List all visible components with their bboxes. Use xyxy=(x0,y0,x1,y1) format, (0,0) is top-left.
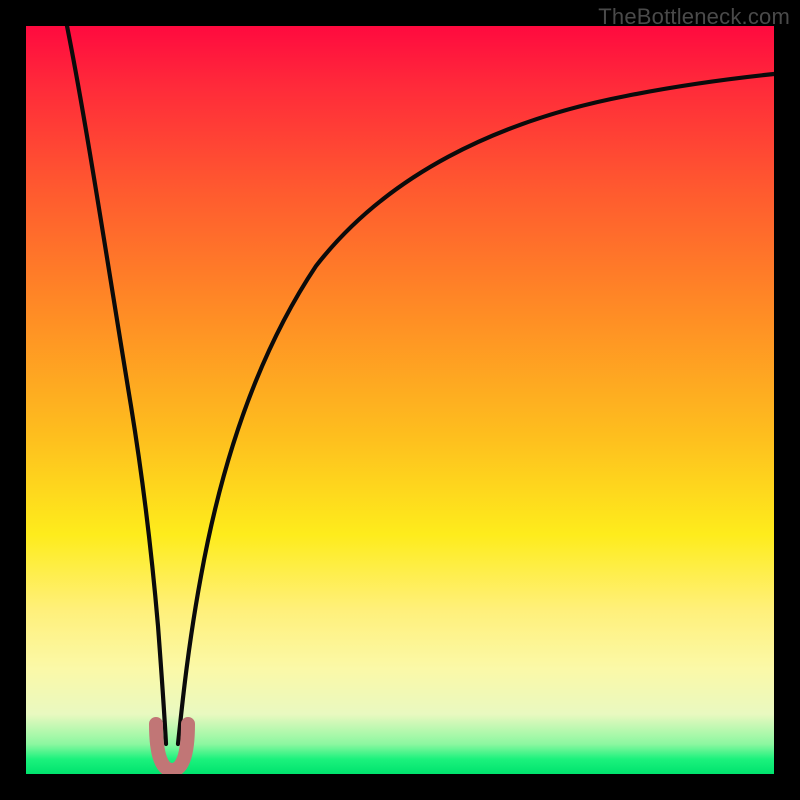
chart-background-gradient xyxy=(26,26,774,774)
watermark-label: TheBottleneck.com xyxy=(598,4,790,30)
chart-frame: TheBottleneck.com xyxy=(0,0,800,800)
